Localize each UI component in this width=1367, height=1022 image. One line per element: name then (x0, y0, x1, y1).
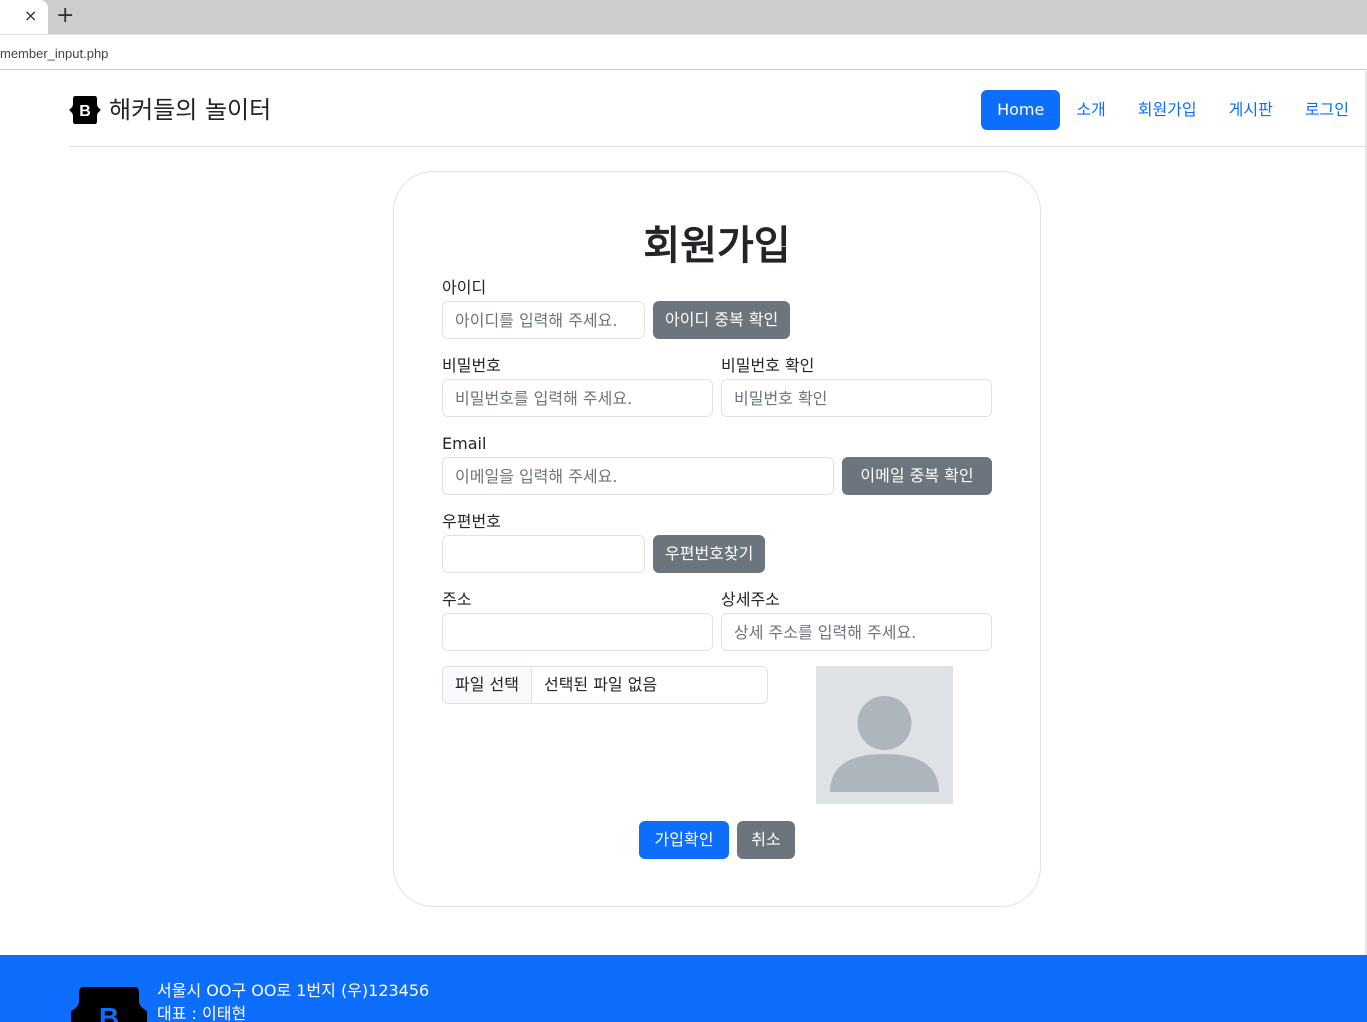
page-title: 회원가입 (643, 223, 791, 269)
main-nav: Home 소개 회원가입 게시판 로그인 (981, 90, 1365, 130)
bootstrap-logo-icon: B (69, 96, 101, 124)
zipcode-label: 우편번호 (442, 512, 501, 531)
id-input[interactable] (442, 301, 645, 339)
brand-logo-letter: B (79, 103, 91, 120)
password-input[interactable] (442, 379, 713, 417)
address-detail-label: 상세주소 (721, 590, 780, 609)
brand[interactable]: B 해커들의 놀이터 (69, 95, 271, 125)
address-label: 주소 (442, 590, 472, 609)
nav-board[interactable]: 게시판 (1213, 90, 1289, 130)
file-choose-button[interactable]: 파일 선택 (443, 667, 532, 703)
file-input[interactable]: 파일 선택 선택된 파일 없음 (442, 666, 768, 704)
address-bar[interactable]: member_input.php (0, 34, 1367, 70)
close-tab-icon[interactable]: × (24, 6, 37, 26)
password-confirm-label: 비밀번호 확인 (721, 356, 815, 375)
cancel-button[interactable]: 취소 (737, 821, 795, 859)
zipcode-input[interactable] (442, 535, 645, 573)
browser-tab[interactable]: × (0, 0, 48, 34)
new-tab-icon[interactable]: + (56, 3, 74, 29)
password-confirm-input[interactable] (721, 379, 992, 417)
footer-representative: 대표 : 이태현 (157, 1004, 247, 1022)
url-text[interactable]: member_input.php (0, 46, 108, 61)
footer-address: 서울시 OO구 OO로 1번지 (우)123456 (157, 981, 430, 1000)
browser-tab-bar: × + (0, 0, 1367, 34)
site-footer: B 서울시 OO구 OO로 1번지 (우)123456 대표 : 이태현 (0, 955, 1367, 1022)
nav-login[interactable]: 로그인 (1289, 90, 1365, 130)
id-label: 아이디 (442, 278, 487, 297)
id-check-button[interactable]: 아이디 중복 확인 (653, 301, 791, 339)
brand-title[interactable]: 해커들의 놀이터 (109, 95, 271, 125)
email-label: Email (442, 434, 487, 453)
zipcode-search-button[interactable]: 우편번호찾기 (653, 535, 766, 573)
footer-logo-letter: B (99, 1002, 119, 1022)
submit-button[interactable]: 가입확인 (639, 821, 729, 859)
footer-logo-icon: B (69, 987, 149, 1022)
file-status: 선택된 파일 없음 (543, 675, 658, 694)
password-label: 비밀번호 (442, 356, 501, 375)
signup-card: 회원가입 아이디 아이디 중복 확인 비밀번호 비밀번호 확인 Email 이메… (393, 171, 1041, 907)
email-check-button[interactable]: 이메일 중복 확인 (842, 457, 992, 495)
address-detail-input[interactable] (721, 613, 992, 651)
profile-image-preview (816, 666, 953, 804)
nav-signup[interactable]: 회원가입 (1122, 90, 1213, 130)
address-input[interactable] (442, 613, 713, 651)
nav-about[interactable]: 소개 (1060, 90, 1121, 130)
person-placeholder-icon (830, 696, 939, 792)
nav-home[interactable]: Home (981, 90, 1061, 130)
site-header: B 해커들의 놀이터 Home 소개 회원가입 게시판 로그인 (69, 71, 1367, 147)
email-input[interactable] (442, 457, 834, 495)
